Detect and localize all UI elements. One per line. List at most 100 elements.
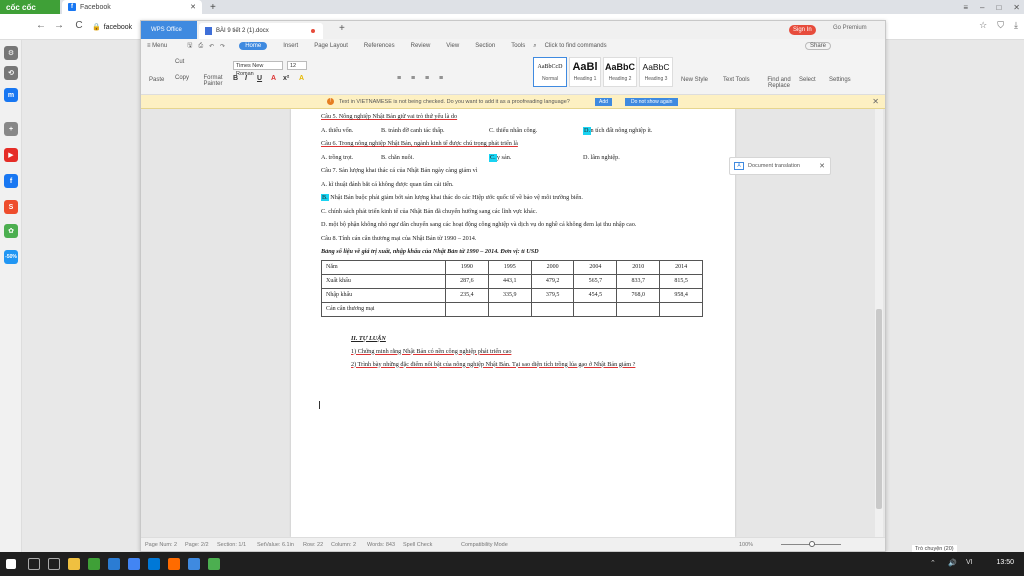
tab-insert[interactable]: Insert bbox=[283, 43, 298, 49]
history-icon[interactable]: ⟲ bbox=[4, 66, 18, 80]
spellcheck-add-button[interactable]: Add bbox=[595, 98, 612, 106]
status-page-num: Page Num: 2 bbox=[145, 542, 178, 548]
download-icon[interactable]: ⤓ bbox=[1014, 20, 1018, 31]
settings-icon[interactable]: ⚙ bbox=[4, 46, 18, 60]
redo-icon[interactable]: ↷ bbox=[220, 43, 225, 50]
chrome-icon[interactable] bbox=[128, 558, 140, 570]
style-normal[interactable]: AaBbCcD Normal bbox=[533, 57, 567, 87]
minimize-icon[interactable]: – bbox=[980, 3, 984, 12]
shield-icon[interactable]: ⛉ bbox=[997, 20, 1004, 31]
vertical-scrollbar[interactable] bbox=[875, 109, 883, 537]
format-painter-button[interactable]: Format Painter bbox=[199, 75, 227, 87]
coccoc-logo-tab[interactable]: cốc cốc bbox=[0, 0, 60, 14]
style-heading3[interactable]: AaBbC Heading 3 bbox=[639, 57, 673, 87]
new-style-button[interactable]: New Style bbox=[681, 77, 708, 83]
search-taskbar-icon[interactable] bbox=[28, 558, 40, 570]
forward-button[interactable]: → bbox=[52, 20, 66, 31]
mail-icon[interactable] bbox=[148, 558, 160, 570]
zoom-level[interactable]: 100% bbox=[739, 542, 753, 548]
reload-button[interactable]: C bbox=[72, 20, 86, 31]
spell-check-toggle[interactable]: Spell Check bbox=[403, 542, 432, 548]
find-replace-button[interactable]: Find and Replace bbox=[763, 77, 795, 89]
document-translation-panel[interactable]: A Document translation ✕ bbox=[729, 157, 831, 175]
leaf-icon[interactable]: ✿ bbox=[4, 224, 18, 238]
firefox-icon[interactable] bbox=[168, 558, 180, 570]
align-left-icon[interactable]: ≡ bbox=[397, 75, 401, 82]
tab-page-layout[interactable]: Page Layout bbox=[314, 43, 348, 49]
tab-references[interactable]: References bbox=[364, 43, 395, 49]
wps-new-tab-button[interactable]: + bbox=[339, 23, 345, 34]
start-icon[interactable] bbox=[6, 559, 16, 569]
add-icon[interactable]: + bbox=[4, 122, 18, 136]
document-tab[interactable]: BÀI 9 tiết 2 (1).docx bbox=[199, 23, 323, 39]
tab-section[interactable]: Section bbox=[475, 43, 495, 49]
shopee-icon[interactable]: S bbox=[4, 200, 18, 214]
tab-view[interactable]: View bbox=[446, 43, 459, 49]
align-center-icon[interactable]: ≡ bbox=[411, 75, 415, 82]
facebook-sidebar-icon[interactable]: f bbox=[4, 174, 18, 188]
task-view-icon[interactable] bbox=[48, 558, 60, 570]
close-notification-icon[interactable]: ✕ bbox=[872, 97, 879, 106]
superscript-button[interactable]: x² bbox=[283, 75, 289, 82]
justify-icon[interactable]: ≡ bbox=[439, 75, 443, 82]
youtube-icon[interactable]: ▶ bbox=[4, 148, 18, 162]
highlight-button[interactable]: A bbox=[299, 75, 304, 82]
zoom-slider-handle[interactable] bbox=[809, 541, 815, 547]
app-taskbar-icon[interactable] bbox=[208, 558, 220, 570]
print-icon[interactable]: ⎙ bbox=[198, 43, 203, 50]
font-family-select[interactable]: Times New Roman bbox=[233, 61, 283, 77]
scrollbar-thumb[interactable] bbox=[876, 309, 882, 509]
save-icon[interactable]: 🖫 bbox=[187, 41, 192, 51]
close-icon[interactable]: ✕ bbox=[1013, 3, 1020, 12]
tab-review[interactable]: Review bbox=[411, 43, 431, 49]
network-icon[interactable]: ⌃ bbox=[930, 559, 936, 567]
star-icon[interactable]: ☆ bbox=[979, 20, 987, 31]
sign-in-button[interactable]: Sign In bbox=[789, 25, 816, 35]
close-tab-icon[interactable]: ✕ bbox=[190, 3, 196, 11]
align-right-icon[interactable]: ≡ bbox=[425, 75, 429, 82]
paste-button[interactable]: Paste bbox=[149, 77, 164, 83]
undo-icon[interactable]: ↶ bbox=[209, 43, 214, 50]
tab-tools[interactable]: Tools bbox=[511, 43, 525, 49]
style-heading2[interactable]: AaBbC Heading 2 bbox=[603, 57, 637, 87]
find-commands-input[interactable]: Click to find commands bbox=[545, 43, 607, 49]
close-translation-icon[interactable]: ✕ bbox=[819, 162, 825, 170]
table-cell bbox=[659, 301, 703, 317]
volume-icon[interactable]: 🔊 bbox=[948, 559, 957, 567]
back-button[interactable]: ← bbox=[34, 20, 48, 31]
clock[interactable]: 13:50 bbox=[996, 559, 1014, 566]
style-heading1-preview: AaBl bbox=[572, 61, 598, 73]
underline-button[interactable]: U bbox=[257, 75, 262, 82]
tab-home[interactable]: Home bbox=[239, 42, 268, 50]
sale-icon[interactable]: -50% bbox=[4, 250, 18, 264]
coccoc-taskbar-icon[interactable] bbox=[88, 558, 100, 570]
extension-icons: ☆ ⛉ ⤓ bbox=[979, 20, 1018, 31]
edge-icon[interactable] bbox=[108, 558, 120, 570]
messenger-icon[interactable]: m bbox=[4, 88, 18, 102]
settings-button[interactable]: Settings bbox=[829, 77, 851, 83]
document-page[interactable]: Câu 5. Nông nghiệp Nhật Bản giữ vai trò … bbox=[291, 109, 735, 537]
italic-button[interactable]: I bbox=[245, 75, 247, 82]
font-color-button[interactable]: A bbox=[271, 75, 276, 82]
tab-facebook[interactable]: f Facebook ✕ bbox=[62, 0, 202, 14]
bold-button[interactable]: B bbox=[233, 75, 238, 82]
language-icon[interactable]: VI bbox=[966, 559, 973, 566]
wps-taskbar-icon[interactable] bbox=[188, 558, 200, 570]
select-button[interactable]: Select bbox=[799, 77, 816, 83]
copy-button[interactable]: Copy bbox=[175, 75, 189, 81]
maximize-icon[interactable]: □ bbox=[996, 3, 1001, 12]
address-bar[interactable]: 🔒 facebook bbox=[92, 20, 140, 34]
wps-home-tab[interactable]: WPS Office bbox=[141, 21, 197, 39]
cut-button[interactable]: Cut bbox=[175, 59, 184, 65]
menu-button[interactable]: ≡ Menu bbox=[147, 43, 167, 49]
spellcheck-dismiss-button[interactable]: Do not show again bbox=[625, 98, 679, 106]
new-tab-button[interactable]: + bbox=[204, 0, 220, 14]
font-size-select[interactable]: 12 bbox=[287, 61, 307, 70]
menu-icon[interactable]: ≡ bbox=[963, 3, 968, 12]
file-explorer-icon[interactable] bbox=[68, 558, 80, 570]
style-heading1[interactable]: AaBl Heading 1 bbox=[569, 57, 601, 87]
table-cell bbox=[573, 301, 618, 317]
go-premium-link[interactable]: Go Premium bbox=[833, 25, 867, 31]
text-tools-button[interactable]: Text Tools bbox=[723, 77, 750, 83]
share-button[interactable]: Share bbox=[805, 42, 832, 50]
